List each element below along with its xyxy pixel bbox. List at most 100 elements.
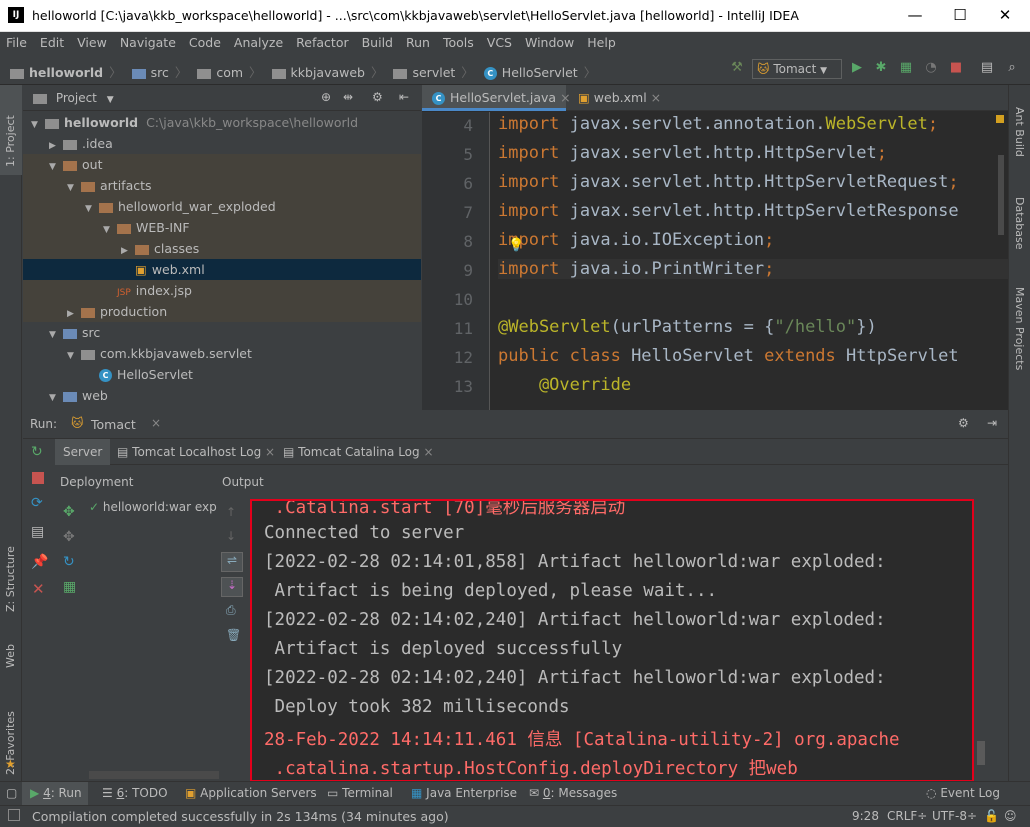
build-hammer-icon[interactable]: ⚒ (728, 59, 746, 77)
coverage-icon[interactable]: ▦ (897, 59, 915, 77)
tree-item[interactable]: ▶ production (23, 301, 421, 322)
status-message[interactable]: Compilation completed successfully in 2s… (32, 809, 449, 824)
minimize-button[interactable]: — (904, 4, 926, 26)
breadcrumb-item-kkbjavaweb[interactable]: kkbjavaweb (291, 65, 365, 80)
menu-edit[interactable]: Edit (40, 35, 64, 50)
tool-java-enterprise[interactable]: ▦ Java Enterprise (411, 786, 517, 800)
update-icon[interactable]: ⟳ (31, 495, 43, 511)
caret-position[interactable]: 9:28 (852, 809, 879, 823)
close-button[interactable]: ✕ (994, 4, 1016, 26)
breadcrumb-item-helloservlet[interactable]: HelloServlet (502, 65, 578, 80)
lock-icon[interactable]: 🔓 (984, 809, 999, 823)
tab-server[interactable]: Server (55, 439, 111, 465)
tree-item[interactable]: ▼ out (23, 154, 421, 175)
tree-item[interactable]: ▼ helloworld_war_exploded (23, 196, 421, 217)
tree-item[interactable]: ▶ classes (23, 238, 421, 259)
stop-icon[interactable]: ■ (947, 59, 965, 77)
scroll-down-icon[interactable]: ↓ (226, 529, 236, 543)
layout-icon[interactable]: ▤ (31, 524, 44, 540)
tool-application-servers[interactable]: ▣ Application Servers (185, 786, 317, 800)
refresh-icon[interactable]: ↻ (63, 554, 75, 570)
print-icon[interactable]: ⎙ (226, 603, 236, 618)
tree-item[interactable]: ▼ artifacts (23, 175, 421, 196)
deployment-item[interactable]: ✓ helloworld:war exp (89, 500, 219, 514)
tool-event-log[interactable]: ◌ Event Log (926, 786, 1000, 800)
undeploy-icon[interactable]: ✥ (63, 529, 75, 545)
file-encoding[interactable]: UTF-8÷ (932, 809, 977, 823)
menu-window[interactable]: Window (525, 35, 574, 50)
menu-build[interactable]: Build (362, 35, 393, 50)
tree-item[interactable]: ▼ helloworld C:\java\kkb_workspace\hellowo… (23, 112, 421, 133)
soft-wrap-icon[interactable]: ⇌ (221, 552, 243, 572)
tree-item[interactable]: ▶ .idea (23, 133, 421, 154)
close-run-tab-icon[interactable]: × (151, 416, 161, 430)
close-tab-icon[interactable]: × (651, 90, 661, 105)
tab-tomcat-localhost-log[interactable]: ▤ Tomcat Localhost Log × (109, 439, 283, 465)
stop-icon[interactable] (32, 472, 44, 484)
trash-icon[interactable]: 🗑 (226, 628, 241, 642)
tab-tomcat-catalina-log[interactable]: ▤ Tomcat Catalina Log × (275, 439, 442, 465)
tree-item[interactable]: C HelloServlet (23, 364, 421, 385)
menu-navigate[interactable]: Navigate (120, 35, 176, 50)
tree-item[interactable]: JSP index.jsp (23, 280, 421, 301)
inspector-icon[interactable]: ☺ (1004, 809, 1017, 823)
run-icon[interactable]: ▶ (848, 59, 866, 77)
run-configuration-select[interactable]: 🐱 Tomact ▼ (752, 59, 842, 79)
status-panel-icon[interactable] (8, 809, 20, 821)
artifact-icon[interactable]: ▦ (63, 579, 76, 595)
web-tool-tab[interactable]: Web (4, 644, 17, 668)
inspection-warning-icon[interactable] (996, 115, 1004, 123)
hide-icon[interactable]: ⇤ (399, 90, 409, 104)
gear-icon[interactable]: ⚙ (372, 90, 383, 104)
tree-item[interactable]: ▼ web (23, 385, 421, 406)
menu-view[interactable]: View (77, 35, 107, 50)
collapse-icon[interactable]: ⇹ (343, 90, 353, 104)
locate-icon[interactable]: ⊕ (321, 90, 331, 104)
lightbulb-icon[interactable]: 💡 (508, 238, 524, 253)
database-tool-tab[interactable]: Database (1013, 197, 1026, 250)
breadcrumb-item-com[interactable]: com (216, 65, 243, 80)
menu-code[interactable]: Code (189, 35, 221, 50)
console-output[interactable]: .Catalina.start [70]毫秒后服务器启动 Connected to… (250, 499, 974, 782)
ant-build-tool-tab[interactable]: Ant Build (1013, 107, 1026, 157)
scroll-up-icon[interactable]: ↑ (226, 505, 236, 519)
tree-item[interactable]: ▼ src (23, 322, 421, 343)
tree-item[interactable]: ▣ web.xml (23, 259, 421, 280)
debug-icon[interactable]: ✱ (872, 59, 890, 77)
line-separator[interactable]: CRLF÷ (887, 809, 927, 823)
expanded-arrow-icon[interactable]: ▼ (49, 388, 63, 409)
tree-item[interactable]: ▼ WEB-INF (23, 217, 421, 238)
project-panel-title[interactable]: Project (56, 91, 97, 105)
project-structure-icon[interactable]: ▤ (978, 59, 996, 77)
deploy-icon[interactable]: ✥ (63, 504, 75, 520)
menu-analyze[interactable]: Analyze (234, 35, 283, 50)
minimize-panel-icon[interactable]: ⇥ (987, 416, 997, 430)
maximize-button[interactable]: ☐ (949, 4, 971, 26)
breadcrumb-item-helloworld[interactable]: helloworld (29, 65, 103, 80)
menu-run[interactable]: Run (406, 35, 430, 50)
tree-item[interactable]: ▼ com.kkbjavaweb.servlet (23, 343, 421, 364)
close-icon[interactable]: ✕ (32, 580, 45, 598)
chevron-down-icon[interactable]: ▼ (107, 95, 114, 105)
menu-refactor[interactable]: Refactor (296, 35, 348, 50)
maven-projects-tool-tab[interactable]: Maven Projects (1013, 287, 1026, 370)
breadcrumb-item-src[interactable]: src (151, 65, 169, 80)
tool-run[interactable]: ▶ 4: Run (30, 786, 82, 800)
pin-icon[interactable]: 📌 (31, 554, 48, 570)
console-scrollbar[interactable] (977, 741, 985, 765)
deployment-scrollbar[interactable] (89, 771, 219, 779)
toggle-tool-windows-icon[interactable]: ▢ (6, 786, 17, 800)
menu-help[interactable]: Help (587, 35, 616, 50)
menu-vcs[interactable]: VCS (487, 35, 512, 50)
menu-tools[interactable]: Tools (443, 35, 474, 50)
breadcrumb-item-servlet[interactable]: servlet (412, 65, 455, 80)
project-tool-tab[interactable]: 1: Project (4, 115, 17, 167)
structure-tool-tab[interactable]: Z: Structure (4, 546, 17, 612)
tab-helloservlet-java[interactable]: C HelloServlet.java × (422, 85, 571, 111)
menu-file[interactable]: File (6, 35, 27, 50)
rerun-icon[interactable]: ↻ (31, 444, 43, 460)
search-everywhere-icon[interactable]: ⌕ (1003, 59, 1021, 77)
code-area[interactable]: import javax.servlet.annotation.WebServl… (498, 112, 1008, 410)
scroll-to-end-icon[interactable]: ⇣ (221, 577, 243, 597)
gear-icon[interactable]: ⚙ (958, 416, 969, 430)
